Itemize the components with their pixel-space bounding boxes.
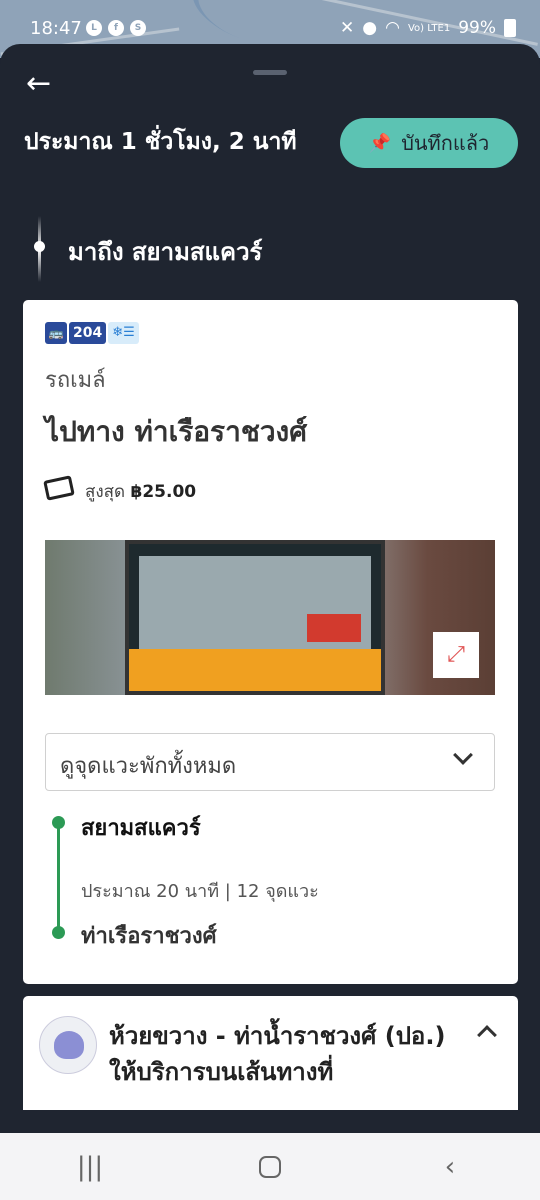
trip-duration: ประมาณ 1 ชั่วโมง, 2 นาที (24, 129, 297, 155)
expand-icon[interactable]: ⤢ (433, 632, 479, 678)
drag-handle[interactable] (253, 70, 287, 75)
pin-icon: 📌 (368, 132, 392, 154)
fare-label: สูงสุด (85, 482, 126, 502)
destination-stop: ท่าเรือราชวงศ์ (81, 924, 217, 949)
air-con-icon: ❄☰ (108, 322, 139, 344)
status-time: 18:47 (30, 18, 82, 39)
fare: สูงสุด ฿25.00 (85, 478, 196, 505)
bus-image (125, 540, 385, 695)
route-badges: 🚌 204 ❄☰ (45, 322, 139, 344)
arrival-dot (34, 241, 45, 252)
route-timeline (57, 822, 60, 932)
line-icon: L (86, 20, 102, 36)
chevron-up-icon[interactable] (477, 1025, 497, 1045)
status-right: ✕ ● ◠ Vo) LTE1 99% (340, 18, 516, 38)
system-nav-bar: ||| ‹ (0, 1133, 540, 1200)
mute-icon: ✕ (340, 18, 355, 38)
notification-icons: L f S (86, 20, 146, 36)
shop-icon: S (130, 20, 146, 36)
dropdown-label: ดูจุดแวะพักทั้งหมด (60, 754, 237, 779)
operator-info-card: ห้วยขวาง - ท่าน้ำราชวงศ์ (ปอ.) ให้บริการ… (23, 996, 518, 1110)
transport-mode: รถเมล์ (45, 368, 106, 393)
battery-icon (504, 19, 516, 37)
chevron-down-icon (453, 745, 473, 765)
fare-amount: ฿25.00 (130, 482, 197, 502)
battery-level: 99% (458, 18, 496, 38)
origin-dot (52, 816, 65, 829)
trip-meta: ประมาณ 20 นาที | 12 จุดแวะ (81, 881, 319, 902)
elephant-icon (54, 1031, 84, 1059)
signal-label: Vo) LTE1 (407, 22, 451, 34)
route-number: 204 (69, 322, 107, 344)
bus-icon: 🚌 (45, 322, 67, 344)
saved-button[interactable]: 📌 บันทึกแล้ว (340, 118, 518, 168)
wifi-icon: ◠ (385, 18, 400, 38)
saved-label: บันทึกแล้ว (401, 131, 490, 155)
back-button[interactable]: ‹ (420, 1147, 480, 1187)
arrival-title: มาถึง สยามสแควร์ (68, 238, 263, 266)
route-direction: ไปทาง ท่าเรือราชวงศ์ (45, 415, 307, 448)
bus-bumper (129, 649, 381, 691)
recent-apps-button[interactable]: ||| (60, 1147, 120, 1187)
origin-stop: สยามสแควร์ (81, 816, 201, 841)
view-all-stops-dropdown[interactable]: ดูจุดแวะพักทั้งหมด (45, 733, 495, 791)
arrow-left-icon[interactable]: ← (26, 68, 58, 100)
route-card: 🚌 204 ❄☰ รถเมล์ ไปทาง ท่าเรือราชวงศ์ สูง… (23, 300, 518, 984)
facebook-icon: f (108, 20, 124, 36)
bus-photo[interactable]: ⤢ (45, 540, 495, 695)
home-icon (259, 1155, 281, 1178)
bus-sign (307, 614, 361, 642)
ticket-icon (43, 475, 75, 501)
route-sheet: ← ประมาณ 1 ชั่วโมง, 2 นาที 📌 บันทึกแล้ว … (0, 44, 540, 1110)
operator-title: ห้วยขวาง - ท่าน้ำราชวงศ์ (ปอ.) ให้บริการ… (109, 1022, 446, 1086)
destination-dot (52, 926, 65, 939)
location-icon: ● (362, 18, 378, 38)
avatar (39, 1016, 97, 1074)
home-button[interactable] (240, 1147, 300, 1187)
